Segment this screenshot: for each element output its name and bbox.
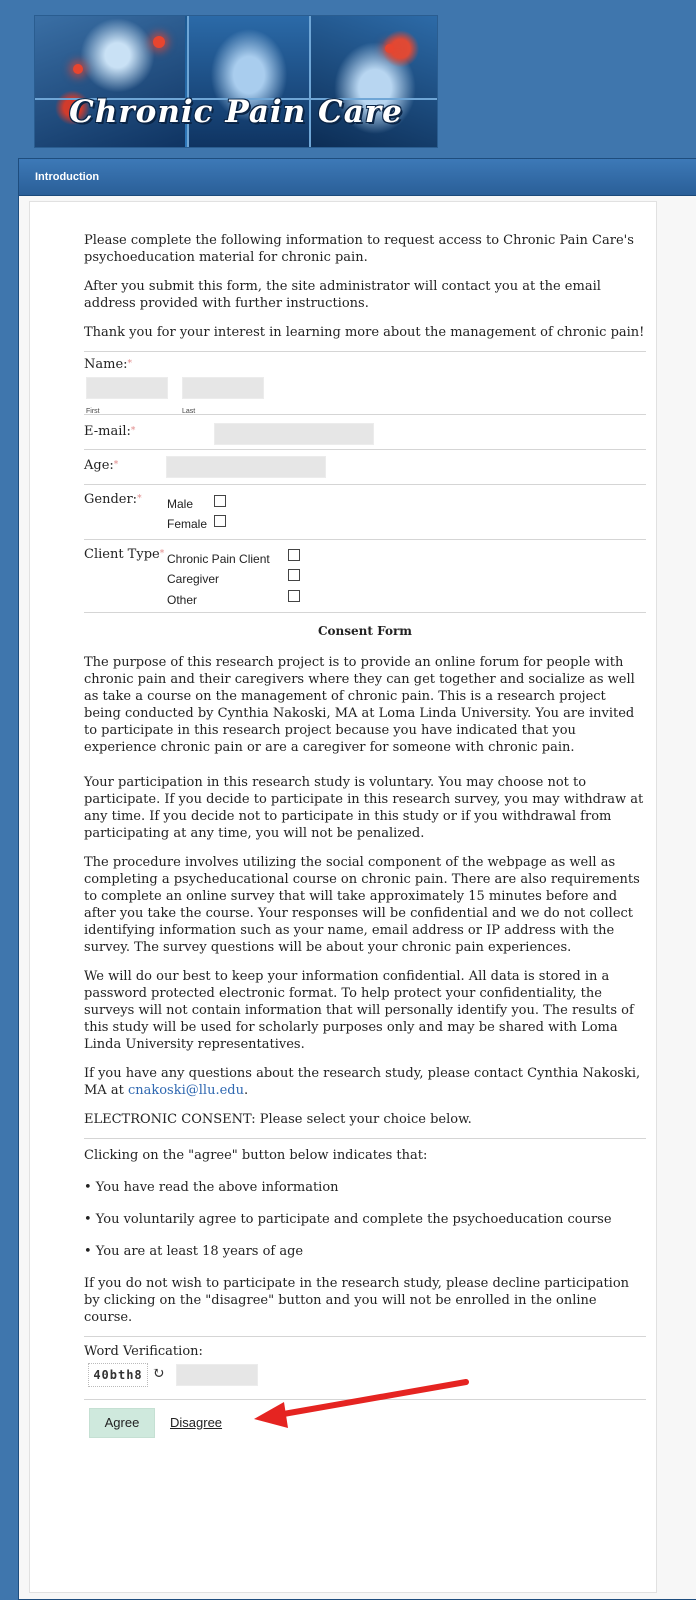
required-marker: *: [137, 494, 142, 504]
captcha-image: 40bth8: [88, 1363, 148, 1387]
gender-option-male: Male: [167, 497, 194, 511]
email-row: E-mail:*: [84, 415, 646, 449]
gender-row: Gender:* Male Female: [84, 485, 646, 539]
intro-paragraph: After you submit this form, the site adm…: [84, 279, 601, 311]
divider: [84, 1138, 646, 1139]
gender-male-checkbox[interactable]: [214, 495, 226, 507]
consent-bullet: • You voluntarily agree to participate a…: [84, 1212, 612, 1227]
divider: [84, 612, 646, 613]
first-name-input[interactable]: [86, 377, 168, 399]
agree-button[interactable]: Agree: [89, 1408, 155, 1438]
consent-bullet: • You are at least 18 years of age: [84, 1244, 304, 1259]
electronic-consent-text: ELECTRONIC CONSENT: Please select your c…: [84, 1112, 472, 1127]
introduction-panel: Introduction Please complete the followi…: [18, 158, 696, 1600]
site-banner: Chronic Pain Care: [35, 16, 437, 147]
required-marker: *: [113, 460, 119, 470]
caregiver-checkbox[interactable]: [288, 569, 300, 581]
age-input[interactable]: [166, 456, 326, 478]
red-arrow-annotation-icon: [254, 1379, 469, 1428]
age-label: Age:*: [84, 458, 119, 473]
actions-row: Agree Disagree: [84, 1379, 646, 1446]
registration-content: Please complete the following informatio…: [84, 232, 646, 1446]
client-type-option: Chronic Pain Client: [167, 552, 270, 566]
registration-card: Please complete the following informatio…: [29, 201, 657, 1593]
gender-option-female: Female: [167, 517, 208, 531]
intro-paragraph: Please complete the following informatio…: [84, 233, 634, 265]
decline-paragraph: If you do not wish to participate in the…: [84, 1276, 630, 1325]
arrow-head: [254, 1402, 288, 1428]
consent-paragraph: Your participation in this research stud…: [84, 775, 644, 841]
email-label: E-mail:*: [84, 424, 136, 439]
consent-bullet: • You have read the above information: [84, 1180, 339, 1195]
arrow-shaft: [269, 1379, 469, 1419]
email-input[interactable]: [214, 423, 374, 445]
pain-highlight-icon: [385, 44, 394, 53]
word-verification-label: Word Verification:: [84, 1344, 203, 1359]
required-marker: *: [130, 426, 136, 436]
name-row: Name:* First Last: [84, 352, 646, 415]
client-type-row: Client Type* Chronic Pain Client Caregiv…: [84, 540, 646, 612]
site-logo-title: Chronic Pain Care: [69, 94, 403, 130]
consent-paragraph: The procedure involves utilizing the soc…: [84, 855, 640, 955]
required-marker: *: [159, 549, 165, 559]
contact-period: .: [243, 1083, 249, 1098]
contact-paragraph: If you have any questions about the rese…: [84, 1065, 646, 1099]
last-name-input[interactable]: [182, 377, 264, 399]
refresh-icon[interactable]: ↻: [152, 1365, 165, 1382]
pain-highlight-icon: [73, 64, 83, 74]
gender-label: Gender:*: [84, 492, 142, 507]
gender-female-checkbox[interactable]: [214, 515, 226, 527]
agree-explanation: Clicking on the "agree" button below ind…: [84, 1148, 428, 1163]
pain-highlight-icon: [153, 36, 165, 48]
age-row: Age:*: [84, 450, 646, 484]
consent-paragraph: The purpose of this research project is …: [84, 655, 635, 755]
required-marker: *: [127, 359, 133, 369]
intro-paragraph: Thank you for your interest in learning …: [84, 325, 645, 340]
other-checkbox[interactable]: [288, 590, 300, 602]
name-label: Name:*: [84, 357, 133, 372]
panel-header: Introduction: [19, 159, 696, 196]
client-type-option: Other: [167, 593, 198, 607]
contact-email-link[interactable]: cnakoski@llu.edu: [128, 1083, 244, 1098]
client-type-option: Caregiver: [167, 572, 220, 586]
disagree-link[interactable]: Disagree: [170, 1414, 222, 1431]
consent-paragraph: We will do our best to keep your informa…: [84, 969, 634, 1052]
chronic-pain-client-checkbox[interactable]: [288, 549, 300, 561]
client-type-label: Client Type*: [84, 547, 165, 562]
consent-form-title: Consent Form: [317, 624, 412, 638]
